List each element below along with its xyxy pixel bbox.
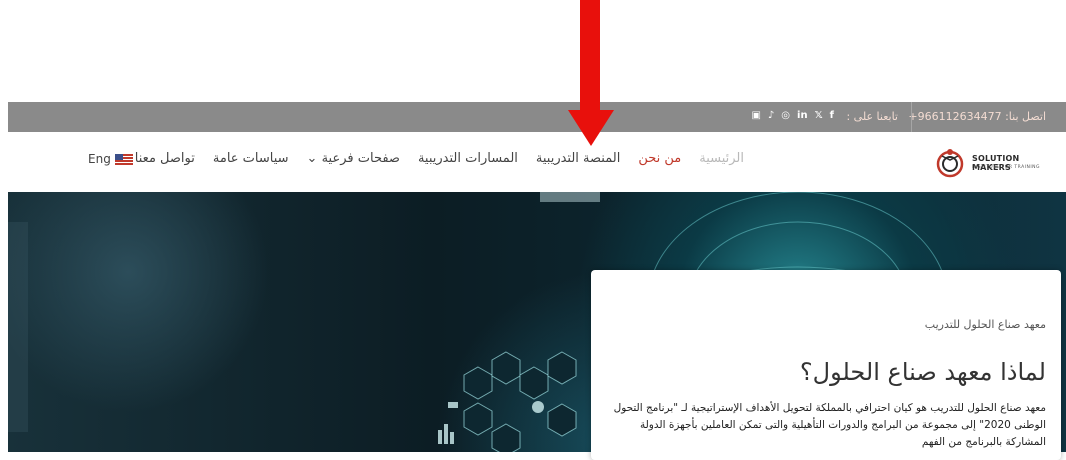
- nav-item-contact[interactable]: تواصل معنا: [135, 151, 195, 166]
- red-arrow-icon: [568, 0, 614, 146]
- language-label: Eng: [88, 152, 111, 166]
- card-title: لماذا معهد صناع الحلول؟: [799, 358, 1046, 386]
- nav-item-training-platform[interactable]: المنصة التدريبية: [536, 151, 620, 166]
- nav-item-policies[interactable]: سياسات عامة: [213, 151, 289, 166]
- logo-icon: [936, 149, 964, 178]
- follow-label: تابعنا على :: [846, 110, 898, 123]
- topbar-divider: [911, 102, 912, 132]
- language-switch[interactable]: Eng: [88, 152, 133, 166]
- nav-item-home[interactable]: الرئيسية: [699, 151, 744, 166]
- contact-phone[interactable]: اتصل بنا: 966112634477+: [908, 110, 1046, 123]
- nav-item-about[interactable]: من نحن: [638, 151, 681, 166]
- twitter-icon[interactable]: 𝕏: [815, 109, 823, 123]
- top-info-bar: اتصل بنا: 966112634477+ تابعنا على : f 𝕏…: [8, 102, 1066, 132]
- card-label: معهد صناع الحلول للتدريب: [924, 318, 1046, 331]
- nav-item-training-paths[interactable]: المسارات التدريبية: [418, 151, 518, 166]
- main-navigation: SOLUTION MAKERS INSTITUTE FOR TRAINING ا…: [8, 132, 1066, 192]
- linkedin-icon[interactable]: in: [797, 109, 808, 123]
- nav-item-subpages-dropdown[interactable]: صفحات فرعية ⌄: [307, 151, 400, 166]
- nav-menu: الرئيسية من نحن المنصة التدريبية المسارا…: [135, 151, 744, 166]
- facebook-icon[interactable]: f: [830, 109, 834, 123]
- us-flag-icon: [114, 153, 133, 165]
- instagram-icon[interactable]: ◎: [781, 109, 790, 123]
- card-body: معهد صناع الحلول للتدريب هو كيان احترافي…: [613, 402, 1046, 448]
- social-links: f 𝕏 in ◎ ♪ ▣: [751, 109, 834, 123]
- bell-icon[interactable]: ♪: [768, 109, 774, 123]
- about-card: معهد صناع الحلول للتدريب لماذا معهد صناع…: [591, 270, 1061, 460]
- logo-subtitle: INSTITUTE FOR TRAINING: [972, 165, 1041, 170]
- site-logo[interactable]: SOLUTION MAKERS INSTITUTE FOR TRAINING: [934, 142, 1058, 182]
- youtube-icon[interactable]: ▣: [751, 109, 760, 123]
